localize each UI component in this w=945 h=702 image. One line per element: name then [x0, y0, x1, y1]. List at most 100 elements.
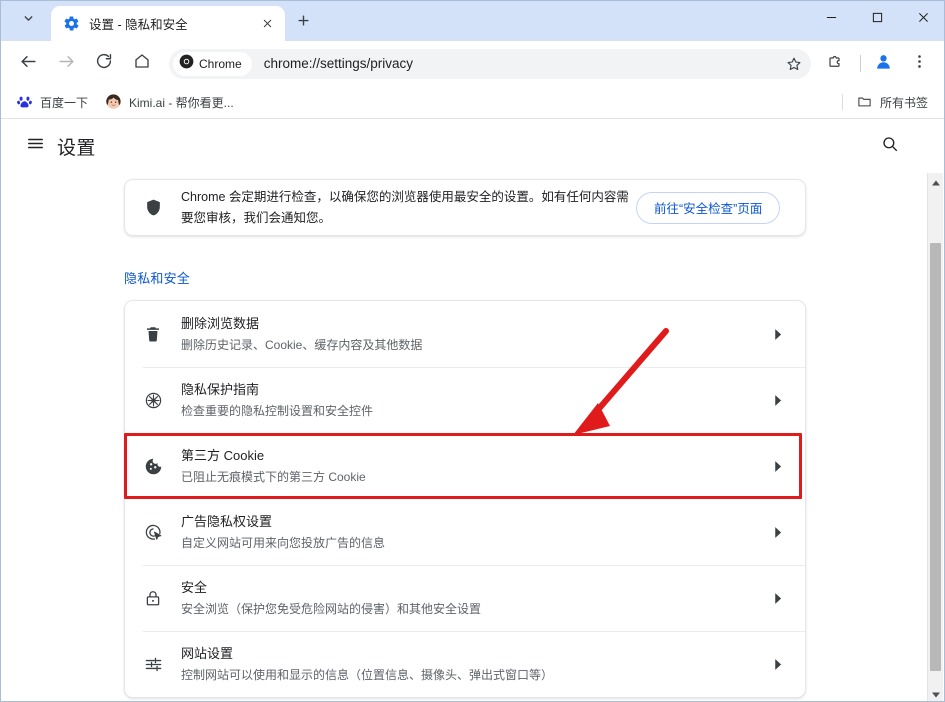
- settings-page-body: Chrome 会定期进行检查，以确保您的浏览器使用最安全的设置。如有任何内容需要…: [1, 173, 944, 701]
- settings-row-clear-browsing-data[interactable]: 删除浏览数据 删除历史记录、Cookie、缓存内容及其他数据: [125, 301, 805, 367]
- tab-strip: 设置 - 隐私和安全: [1, 1, 944, 41]
- row-subtitle: 检查重要的隐私控制设置和安全控件: [181, 404, 374, 418]
- settings-row-site-settings[interactable]: 网站设置 控制网站可以使用和显示的信息（位置信息、摄像头、弹出式窗口等）: [125, 631, 805, 697]
- row-title: 网站设置: [181, 646, 234, 661]
- hamburger-menu-icon: [26, 134, 45, 158]
- close-window-button[interactable]: [900, 1, 944, 33]
- bookmarks-divider: [841, 94, 843, 110]
- row-text: 删除浏览数据 删除历史记录、Cookie、缓存内容及其他数据: [181, 314, 767, 354]
- settings-row-third-party-cookies[interactable]: 第三方 Cookie 已阻止无痕模式下的第三方 Cookie: [125, 433, 805, 499]
- baidu-paw-icon: [17, 94, 33, 110]
- bookmarks-bar: 百度一下 Kimi.ai - 帮你看更... 所有书签: [1, 86, 944, 119]
- tab-settings[interactable]: 设置 - 隐私和安全: [51, 6, 285, 41]
- shield-icon: [125, 198, 181, 217]
- chrome-chip-label: Chrome: [199, 56, 242, 71]
- safety-check-card: Chrome 会定期进行检查，以确保您的浏览器使用最安全的设置。如有任何内容需要…: [124, 179, 806, 236]
- chevron-right-icon: [767, 592, 787, 605]
- row-title: 隐私保护指南: [181, 382, 260, 397]
- home-button[interactable]: [127, 49, 157, 79]
- go-to-safety-check-button[interactable]: 前往“安全检查”页面: [636, 191, 781, 224]
- section-heading-privacy: 隐私和安全: [124, 271, 191, 286]
- home-icon: [133, 52, 151, 75]
- scrollbar-thumb[interactable]: [930, 243, 941, 671]
- scroll-down-icon: [932, 685, 940, 702]
- settings-menu-button[interactable]: [17, 128, 53, 164]
- scroll-up-button[interactable]: [928, 173, 944, 190]
- extensions-button[interactable]: [821, 49, 851, 79]
- settings-row-security[interactable]: 安全 安全浏览（保护您免受危险网站的侵害）和其他安全设置: [125, 565, 805, 631]
- row-title: 删除浏览数据: [181, 316, 260, 331]
- arrow-forward-icon: [57, 52, 76, 76]
- chevron-right-icon: [767, 526, 787, 539]
- row-text: 隐私保护指南 检查重要的隐私控制设置和安全控件: [181, 380, 767, 420]
- trash-icon: [125, 325, 181, 343]
- window-controls: [808, 1, 944, 33]
- privacy-settings-list: 删除浏览数据 删除历史记录、Cookie、缓存内容及其他数据 隐私保护指南 检查…: [124, 300, 806, 698]
- row-text: 网站设置 控制网站可以使用和显示的信息（位置信息、摄像头、弹出式窗口等）: [181, 644, 767, 684]
- folder-icon: [857, 94, 873, 110]
- privacy-guide-icon: [125, 391, 181, 410]
- reload-button[interactable]: [89, 49, 119, 79]
- address-bar[interactable]: Chrome chrome://settings/privacy: [169, 48, 811, 79]
- lock-icon: [125, 589, 181, 607]
- maximize-button[interactable]: [854, 1, 900, 33]
- browser-toolbar: Chrome chrome://settings/privacy: [1, 41, 944, 86]
- row-title: 第三方 Cookie: [181, 448, 265, 463]
- row-title: 广告隐私权设置: [181, 514, 273, 529]
- safety-check-text: Chrome 会定期进行检查，以确保您的浏览器使用最安全的设置。如有任何内容需要…: [181, 189, 629, 225]
- chevron-right-icon: [767, 460, 787, 473]
- row-subtitle: 安全浏览（保护您免受危险网站的侵害）和其他安全设置: [181, 602, 482, 616]
- row-text: 广告隐私权设置 自定义网站可用来向您投放广告的信息: [181, 512, 767, 552]
- row-subtitle: 控制网站可以使用和显示的信息（位置信息、摄像头、弹出式窗口等）: [181, 668, 554, 682]
- scroll-up-icon: [932, 173, 940, 191]
- chrome-logo-icon: [179, 54, 194, 74]
- all-bookmarks-label: 所有书签: [879, 95, 928, 110]
- bookmark-label: Kimi.ai - 帮你看更...: [129, 95, 234, 110]
- bookmark-item-baidu[interactable]: 百度一下: [9, 90, 96, 114]
- settings-search-button[interactable]: [872, 128, 908, 164]
- settings-row-ad-privacy[interactable]: 广告隐私权设置 自定义网站可用来向您投放广告的信息: [125, 499, 805, 565]
- ad-privacy-icon: [125, 523, 181, 542]
- bookmark-label: 百度一下: [40, 95, 89, 110]
- bookmark-item-kimi[interactable]: Kimi.ai - 帮你看更...: [98, 90, 242, 114]
- minimize-button[interactable]: [808, 1, 854, 33]
- chrome-origin-chip[interactable]: Chrome: [173, 51, 252, 76]
- arrow-back-icon: [19, 52, 38, 76]
- all-bookmarks-button[interactable]: 所有书签: [849, 90, 936, 114]
- row-subtitle: 已阻止无痕模式下的第三方 Cookie: [181, 470, 366, 484]
- browser-menu-button[interactable]: [904, 49, 934, 79]
- tab-search-button[interactable]: [9, 7, 47, 35]
- three-dots-menu-icon: [911, 53, 928, 75]
- search-icon: [881, 135, 899, 158]
- row-title: 安全: [181, 580, 208, 595]
- url-text[interactable]: chrome://settings/privacy: [264, 56, 781, 71]
- chevron-down-icon: [22, 12, 35, 30]
- profile-button[interactable]: [868, 49, 898, 79]
- row-text: 安全 安全浏览（保护您免受危险网站的侵害）和其他安全设置: [181, 578, 767, 618]
- cookie-icon: [125, 457, 181, 476]
- plus-icon: [296, 13, 311, 33]
- browser-window: 设置 - 隐私和安全 Chrome chrome://settings/priv…: [0, 0, 945, 702]
- new-tab-button[interactable]: [289, 9, 317, 37]
- page-title: 设置: [57, 137, 96, 159]
- tab-close-button[interactable]: [257, 14, 277, 34]
- extensions-icon: [827, 52, 845, 75]
- profile-avatar-icon: [874, 52, 893, 76]
- chevron-right-icon: [767, 658, 787, 671]
- scroll-down-button[interactable]: [928, 685, 944, 702]
- vertical-scrollbar[interactable]: [927, 173, 944, 702]
- back-button[interactable]: [13, 49, 43, 79]
- row-text: 第三方 Cookie 已阻止无痕模式下的第三方 Cookie: [181, 446, 767, 486]
- tab-title: 设置 - 隐私和安全: [89, 18, 188, 32]
- reload-icon: [95, 52, 113, 75]
- row-subtitle: 自定义网站可用来向您投放广告的信息: [181, 536, 386, 550]
- gear-icon: [63, 15, 80, 32]
- settings-header: 设置: [1, 119, 944, 173]
- chevron-right-icon: [767, 394, 787, 407]
- row-subtitle: 删除历史记录、Cookie、缓存内容及其他数据: [181, 338, 423, 352]
- forward-button[interactable]: [51, 49, 81, 79]
- bookmark-star-button[interactable]: [781, 51, 807, 77]
- settings-row-privacy-guide[interactable]: 隐私保护指南 检查重要的隐私控制设置和安全控件: [125, 367, 805, 433]
- kimi-avatar-icon: [106, 94, 122, 110]
- tune-sliders-icon: [125, 655, 181, 674]
